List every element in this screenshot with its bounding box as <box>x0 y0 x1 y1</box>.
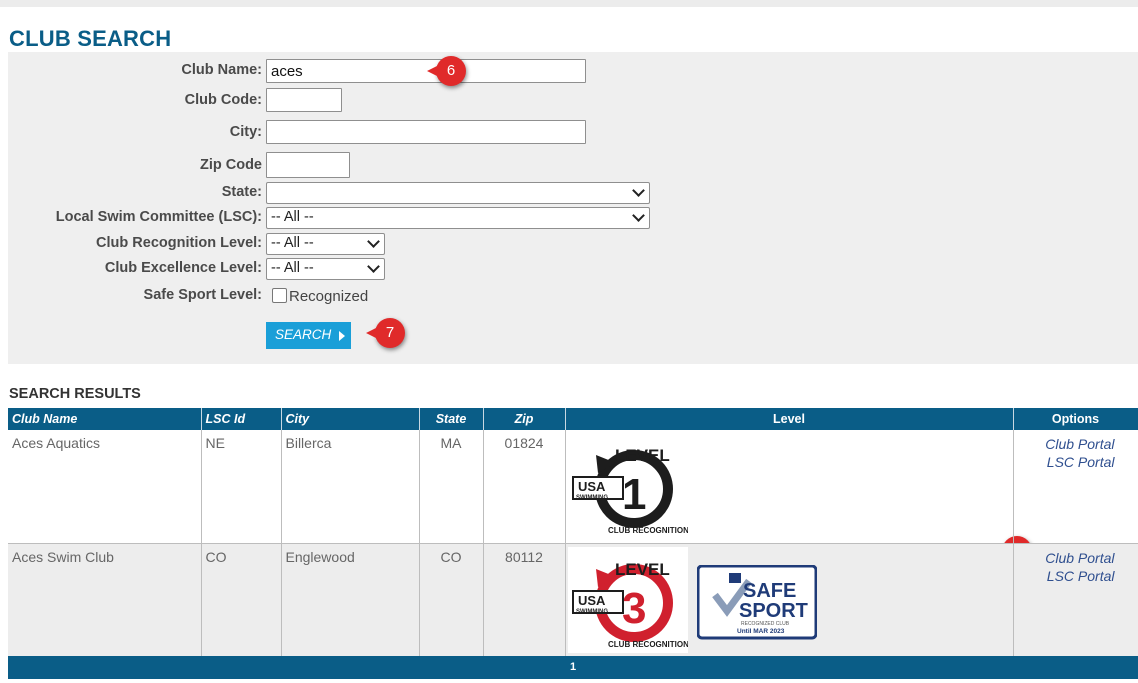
callout-6: 6 <box>427 56 466 86</box>
table-row: Aces Aquatics NE Billerca MA 01824 LEVEL… <box>8 430 1138 544</box>
badge-usa: USA <box>578 593 606 608</box>
excellence-level-value: -- All -- <box>271 260 314 276</box>
cell-zip: 01824 <box>483 430 566 544</box>
badge-swimming: SWIMMING <box>576 609 608 615</box>
badge-level-word: LEVEL <box>615 560 670 579</box>
chevron-down-icon <box>367 235 380 248</box>
cell-club-name: Aces Aquatics <box>8 430 202 544</box>
club-code-input[interactable] <box>266 88 342 112</box>
chevron-down-icon <box>632 184 645 197</box>
cell-level: LEVEL 3 USA SWIMMING CLUB RECOGNITION PR… <box>565 543 1014 657</box>
page-title: CLUB SEARCH <box>9 26 172 51</box>
badge-level-number: 1 <box>622 470 646 519</box>
state-select[interactable] <box>266 182 650 204</box>
city-label: City: <box>229 124 262 140</box>
zip-code-input[interactable] <box>266 152 350 178</box>
cell-options: Club Portal LSC Portal <box>1013 430 1138 544</box>
badge-program-text: CLUB RECOGNITION PROGRAM <box>608 640 688 649</box>
excellence-level-label: Club Excellence Level: <box>104 260 262 276</box>
lsc-select[interactable]: -- All -- <box>266 207 650 229</box>
level-1-recognition-badge: LEVEL 1 USA SWIMMING CLUB RECOGNITION PR… <box>567 433 688 539</box>
chevron-down-icon <box>632 209 645 222</box>
top-band <box>0 0 1138 7</box>
recognition-level-value: -- All -- <box>271 235 314 251</box>
search-button[interactable]: SEARCH <box>266 322 351 349</box>
cell-state: MA <box>419 430 484 544</box>
state-label: State: <box>221 184 262 200</box>
chevron-down-icon <box>367 260 380 273</box>
lsc-select-value: -- All -- <box>271 209 314 225</box>
club-portal-link[interactable]: Club Portal <box>1018 435 1134 453</box>
zip-code-label: Zip Code <box>199 157 262 173</box>
safe-sport-recognized-checkbox[interactable] <box>272 288 287 303</box>
cell-city: Englewood <box>281 543 420 657</box>
safe-sport-label: Safe Sport Level: <box>143 287 262 303</box>
cell-state: CO <box>419 543 484 657</box>
safe-sport-recognized-label: Recognized <box>289 288 369 305</box>
lsc-portal-link[interactable]: LSC Portal <box>1018 567 1134 585</box>
excellence-level-select[interactable]: -- All -- <box>266 258 385 280</box>
club-name-label: Club Name: <box>181 62 262 78</box>
page-number-1[interactable]: 1 <box>570 661 576 673</box>
lsc-label: Local Swim Committee (LSC): <box>55 209 262 225</box>
col-header-state[interactable]: State <box>419 408 484 430</box>
col-header-lsc-id[interactable]: LSC Id <box>201 408 282 430</box>
search-button-label: SEARCH <box>275 327 332 342</box>
cell-level: LEVEL 1 USA SWIMMING CLUB RECOGNITION PR… <box>565 430 1014 544</box>
badge-recognized: RECOGNIZED CLUB <box>741 621 790 627</box>
col-header-zip[interactable]: Zip <box>483 408 566 430</box>
col-header-options: Options <box>1013 408 1138 430</box>
badge-swimming: SWIMMING <box>576 495 608 501</box>
results-table: Club Name LSC Id City State Zip Level Op… <box>8 408 1138 657</box>
lsc-portal-link[interactable]: LSC Portal <box>1018 453 1134 471</box>
col-header-city[interactable]: City <box>281 408 420 430</box>
club-name-input[interactable] <box>266 59 586 83</box>
recognition-level-select[interactable]: -- All -- <box>266 233 385 255</box>
badge-until-date: Until MAR 2023 <box>737 628 785 635</box>
table-header-row: Club Name LSC Id City State Zip Level Op… <box>8 408 1138 430</box>
pagination-bar: 1 <box>8 656 1138 679</box>
badge-sport: SPORT <box>739 600 808 622</box>
club-portal-link[interactable]: Club Portal <box>1018 549 1134 567</box>
cell-lsc-id: NE <box>201 430 282 544</box>
safe-sport-badge: SAFE SPORT RECOGNIZED CLUB Until MAR 202… <box>697 564 818 639</box>
cell-options: Club Portal LSC Portal <box>1013 543 1138 657</box>
search-results-title: SEARCH RESULTS <box>9 386 141 402</box>
city-input[interactable] <box>266 120 586 144</box>
cell-zip: 80112 <box>483 543 566 657</box>
level-3-recognition-badge: LEVEL 3 USA SWIMMING CLUB RECOGNITION PR… <box>567 546 688 653</box>
callout-7: 7 <box>366 318 405 348</box>
recognition-level-label: Club Recognition Level: <box>96 235 262 251</box>
badge-level-number: 3 <box>622 584 646 633</box>
cell-city: Billerca <box>281 430 420 544</box>
col-header-club-name[interactable]: Club Name <box>8 408 202 430</box>
badge-program-text: CLUB RECOGNITION PROGRAM <box>608 526 688 535</box>
arrow-right-icon <box>339 331 345 341</box>
col-header-level: Level <box>565 408 1014 430</box>
table-row: Aces Swim Club CO Englewood CO 80112 LEV… <box>8 543 1138 657</box>
cell-lsc-id: CO <box>201 543 282 657</box>
badge-usa: USA <box>578 479 606 494</box>
badge-level-word: LEVEL <box>615 446 670 465</box>
badge-safe: SAFE <box>743 580 796 602</box>
cell-club-name: Aces Swim Club <box>8 543 202 657</box>
club-code-label: Club Code: <box>184 92 262 108</box>
